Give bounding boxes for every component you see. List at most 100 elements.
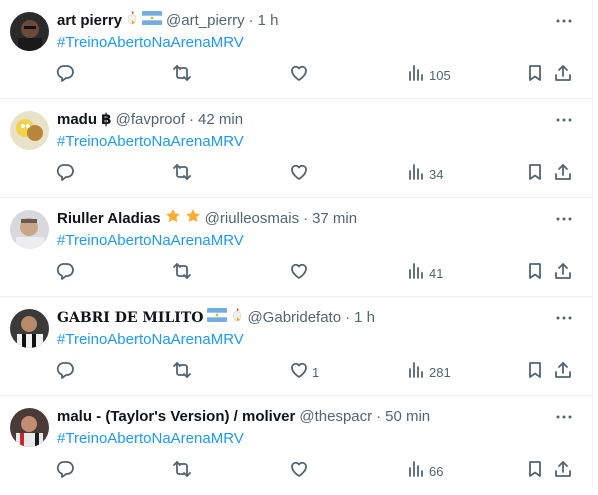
like-button[interactable] bbox=[290, 262, 312, 284]
tweet-actions: 66 bbox=[0, 460, 592, 482]
tweet[interactable]: madu ฿ @favproof · 42 min #TreinoAbertoN… bbox=[0, 99, 592, 198]
view-count: 34 bbox=[429, 166, 444, 182]
reply-icon bbox=[56, 262, 74, 285]
like-icon bbox=[290, 460, 308, 483]
bookmark-button[interactable] bbox=[526, 361, 544, 383]
avatar[interactable] bbox=[10, 111, 49, 150]
hashtag-link[interactable]: #TreinoAbertoNaArenaMRV bbox=[57, 231, 244, 251]
timestamp[interactable]: 1 h bbox=[354, 308, 375, 328]
retweet-button[interactable] bbox=[173, 460, 191, 482]
share-button[interactable] bbox=[554, 262, 572, 284]
bookmark-button[interactable] bbox=[526, 262, 544, 284]
retweet-button[interactable] bbox=[173, 64, 191, 86]
bookmark-button[interactable] bbox=[526, 163, 544, 185]
views-button[interactable]: 66 bbox=[407, 460, 443, 482]
hashtag-link[interactable]: #TreinoAbertoNaArenaMRV bbox=[57, 330, 244, 350]
display-name[interactable]: art pierry bbox=[57, 11, 122, 31]
more-icon[interactable] bbox=[554, 309, 574, 329]
user-handle[interactable]: @thespacr bbox=[299, 407, 372, 427]
display-name[interactable]: malu - (Taylor's Version) / moliver bbox=[57, 407, 295, 427]
hashtag-link[interactable]: #TreinoAbertoNaArenaMRV bbox=[57, 33, 244, 53]
reply-button[interactable] bbox=[56, 64, 74, 86]
avatar[interactable] bbox=[10, 309, 49, 348]
bookmark-button[interactable] bbox=[526, 460, 544, 482]
avatar[interactable] bbox=[10, 408, 49, 447]
share-button[interactable] bbox=[554, 361, 572, 383]
like-icon bbox=[290, 361, 308, 384]
timestamp[interactable]: 50 min bbox=[385, 407, 430, 427]
views-icon bbox=[407, 460, 425, 483]
user-handle[interactable]: @Gabridefato bbox=[247, 308, 341, 328]
separator-dot: · bbox=[248, 12, 254, 29]
views-icon bbox=[407, 64, 425, 87]
tweet-header: malu - (Taylor's Version) / moliver @the… bbox=[57, 407, 552, 427]
retweet-icon bbox=[173, 64, 191, 87]
argentina-flag-emoji bbox=[142, 11, 163, 31]
star-emoji bbox=[165, 208, 181, 230]
timestamp[interactable]: 37 min bbox=[312, 209, 357, 229]
like-button[interactable] bbox=[290, 163, 312, 185]
more-icon[interactable] bbox=[554, 12, 574, 32]
rooster-emoji bbox=[126, 10, 138, 32]
tweet-actions: 41 bbox=[0, 262, 592, 284]
timestamp[interactable]: 1 h bbox=[258, 11, 279, 31]
like-count: 1 bbox=[312, 364, 320, 380]
like-icon bbox=[290, 262, 308, 285]
views-button[interactable]: 34 bbox=[407, 163, 443, 185]
more-icon[interactable] bbox=[554, 210, 574, 230]
display-name[interactable]: Riuller Aladias bbox=[57, 209, 161, 229]
more-icon[interactable] bbox=[554, 111, 574, 131]
separator-dot: · bbox=[345, 309, 351, 326]
timestamp[interactable]: 42 min bbox=[198, 110, 243, 130]
reply-button[interactable] bbox=[56, 460, 74, 482]
tweet[interactable]: malu - (Taylor's Version) / moliver @the… bbox=[0, 396, 592, 495]
hashtag-link[interactable]: #TreinoAbertoNaArenaMRV bbox=[57, 132, 244, 152]
hashtag-link[interactable]: #TreinoAbertoNaArenaMRV bbox=[57, 429, 244, 449]
reply-icon bbox=[56, 460, 74, 483]
reply-button[interactable] bbox=[56, 163, 74, 185]
reply-button[interactable] bbox=[56, 262, 74, 284]
tweet-actions: 1 281 bbox=[0, 361, 592, 383]
reply-icon bbox=[56, 163, 74, 186]
user-handle[interactable]: @riulleosmais bbox=[205, 209, 299, 229]
share-button[interactable] bbox=[554, 163, 572, 185]
reply-button[interactable] bbox=[56, 361, 74, 383]
like-icon bbox=[290, 64, 308, 87]
tweet[interactable]: Riuller Aladias @riulleosmais · 37 min #… bbox=[0, 198, 592, 297]
tweet[interactable]: art pierry @art_pierry · 1 h #TreinoAber… bbox=[0, 0, 592, 99]
more-icon[interactable] bbox=[554, 408, 574, 428]
avatar[interactable] bbox=[10, 210, 49, 249]
tweet-header: Riuller Aladias @riulleosmais · 37 min bbox=[57, 209, 552, 229]
like-button[interactable] bbox=[290, 460, 312, 482]
view-count: 66 bbox=[429, 463, 444, 479]
retweet-button[interactable] bbox=[173, 163, 191, 185]
share-icon bbox=[554, 64, 572, 87]
avatar[interactable] bbox=[10, 12, 49, 51]
tweet-actions: 34 bbox=[0, 163, 592, 185]
user-handle[interactable]: @favproof bbox=[116, 110, 185, 130]
bookmark-icon bbox=[526, 163, 544, 186]
separator-dot: · bbox=[376, 408, 382, 425]
bookmark-icon bbox=[526, 460, 544, 483]
bookmark-icon bbox=[526, 361, 544, 384]
tweet-actions: 105 bbox=[0, 64, 592, 86]
retweet-icon bbox=[173, 163, 191, 186]
bookmark-button[interactable] bbox=[526, 64, 544, 86]
share-button[interactable] bbox=[554, 460, 572, 482]
retweet-button[interactable] bbox=[173, 262, 191, 284]
display-name[interactable]: madu ฿ bbox=[57, 110, 112, 130]
retweet-icon bbox=[173, 262, 191, 285]
views-button[interactable]: 41 bbox=[407, 262, 443, 284]
share-button[interactable] bbox=[554, 64, 572, 86]
timeline-feed: art pierry @art_pierry · 1 h #TreinoAber… bbox=[0, 0, 593, 487]
display-name[interactable]: GABRI DE MILITO bbox=[57, 308, 203, 328]
like-button[interactable] bbox=[290, 64, 312, 86]
views-button[interactable]: 105 bbox=[407, 64, 451, 86]
view-count: 105 bbox=[429, 67, 451, 83]
like-button[interactable]: 1 bbox=[290, 361, 319, 383]
tweet-header: GABRI DE MILITO @Gabridefato · 1 h bbox=[57, 308, 552, 328]
views-button[interactable]: 281 bbox=[407, 361, 451, 383]
retweet-button[interactable] bbox=[173, 361, 191, 383]
user-handle[interactable]: @art_pierry bbox=[166, 11, 245, 31]
tweet[interactable]: GABRI DE MILITO @Gabridefato · 1 h #Trei… bbox=[0, 297, 592, 396]
